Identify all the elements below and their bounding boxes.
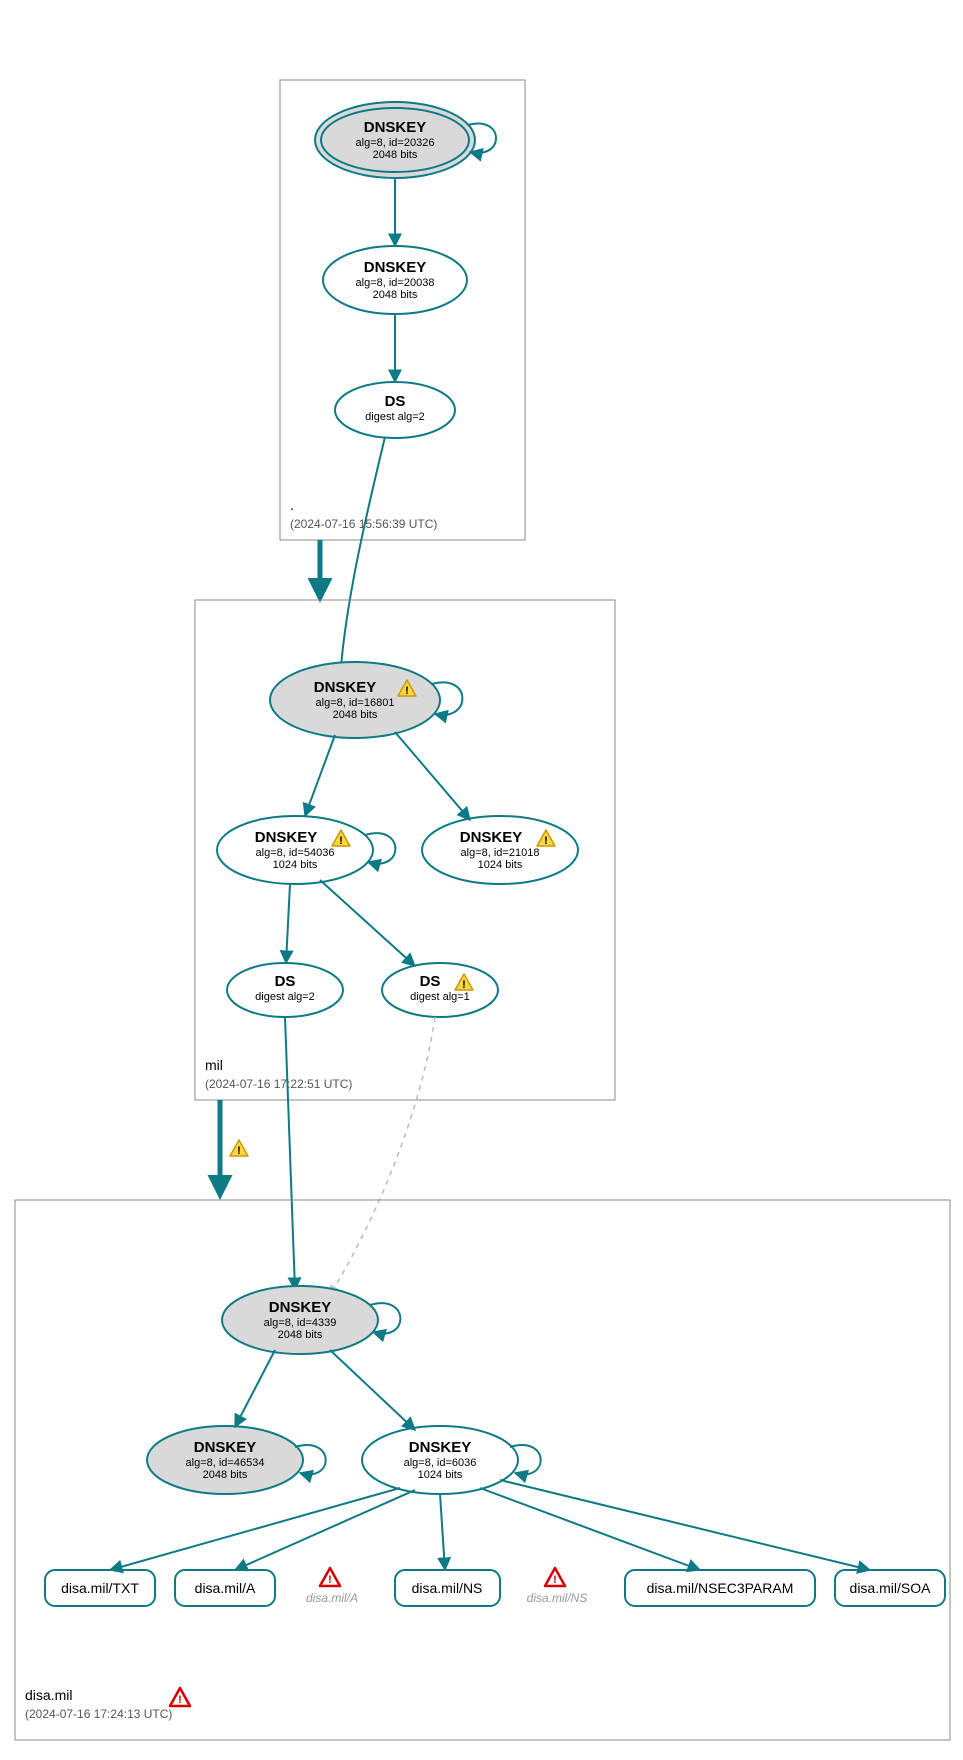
- edge-mil-zsk1-ds2: [320, 880, 415, 966]
- svg-text:DNSKEY: DNSKEY: [269, 1299, 332, 1316]
- rrset-txt: disa.mil/TXT: [45, 1570, 155, 1606]
- svg-text:disa.mil/A: disa.mil/A: [195, 1580, 256, 1596]
- svg-text:1024 bits: 1024 bits: [478, 859, 523, 871]
- svg-text:2048 bits: 2048 bits: [373, 289, 418, 301]
- svg-text:DNSKEY: DNSKEY: [364, 119, 427, 136]
- svg-text:digest alg=2: digest alg=2: [365, 411, 425, 423]
- edge-mil-ds1-disa-ksk: [285, 1017, 295, 1290]
- svg-text:alg=8, id=46534: alg=8, id=46534: [186, 1457, 265, 1469]
- svg-text:alg=8, id=4339: alg=8, id=4339: [264, 1317, 337, 1329]
- svg-text:DNSKEY: DNSKEY: [364, 259, 427, 276]
- node-disa-zsk: DNSKEY alg=8, id=6036 1024 bits: [362, 1426, 518, 1494]
- node-disa-key2: DNSKEY alg=8, id=46534 2048 bits: [147, 1426, 303, 1494]
- edge-zsk-soa: [500, 1480, 870, 1570]
- error-icon: !: [320, 1568, 340, 1586]
- svg-text:DNSKEY: DNSKEY: [314, 679, 377, 696]
- svg-text:!: !: [544, 835, 548, 847]
- svg-text:2048 bits: 2048 bits: [373, 149, 418, 161]
- node-mil-zsk1: DNSKEY alg=8, id=54036 1024 bits: [217, 816, 373, 884]
- edge-disa-ksk-key2: [235, 1350, 275, 1427]
- zone-label-mil: mil: [205, 1057, 223, 1073]
- warning-icon: !: [230, 1140, 248, 1157]
- svg-text:alg=8, id=6036: alg=8, id=6036: [404, 1457, 477, 1469]
- svg-text:disa.mil/SOA: disa.mil/SOA: [850, 1580, 932, 1596]
- svg-text:!: !: [553, 1574, 557, 1586]
- edge-mil-zsk1-ds1: [286, 884, 290, 963]
- zone-label-disa: disa.mil: [25, 1687, 72, 1703]
- svg-text:!: !: [328, 1574, 332, 1586]
- rrset-a-error: ! disa.mil/A: [306, 1568, 358, 1605]
- error-icon: !: [545, 1568, 565, 1586]
- svg-text:alg=8, id=20038: alg=8, id=20038: [356, 277, 435, 289]
- error-icon: !: [170, 1688, 190, 1706]
- svg-text:DS: DS: [420, 973, 441, 990]
- svg-text:DNSKEY: DNSKEY: [409, 1439, 472, 1456]
- edge-zsk-txt: [110, 1488, 400, 1570]
- rrset-a: disa.mil/A: [175, 1570, 275, 1606]
- node-root-ds: DS digest alg=2: [335, 382, 455, 438]
- edge-mil-ds2-disa-ksk: [330, 1017, 435, 1295]
- svg-text:1024 bits: 1024 bits: [273, 859, 318, 871]
- svg-text:!: !: [405, 685, 409, 697]
- svg-text:!: !: [462, 979, 466, 991]
- svg-text:alg=8, id=20326: alg=8, id=20326: [356, 137, 435, 149]
- edge-zsk-nsec3: [480, 1488, 700, 1570]
- svg-text:DNSKEY: DNSKEY: [255, 829, 318, 846]
- svg-text:DS: DS: [275, 973, 296, 990]
- node-mil-ksk: DNSKEY alg=8, id=16801 2048 bits: [270, 662, 440, 738]
- edge-root-ds-mil-ksk: [340, 437, 385, 680]
- zone-timestamp-disa: (2024-07-16 17:24:13 UTC): [25, 1707, 172, 1721]
- edge-disa-ksk-zsk: [330, 1350, 415, 1430]
- svg-text:2048 bits: 2048 bits: [278, 1329, 323, 1341]
- zone-timestamp-mil: (2024-07-16 17:22:51 UTC): [205, 1077, 352, 1091]
- svg-text:DNSKEY: DNSKEY: [194, 1439, 257, 1456]
- rrset-ns-error: ! disa.mil/NS: [527, 1568, 588, 1605]
- svg-text:disa.mil/NSEC3PARAM: disa.mil/NSEC3PARAM: [647, 1580, 794, 1596]
- node-mil-ds1: DS digest alg=2: [227, 963, 343, 1017]
- svg-text:disa.mil/NS: disa.mil/NS: [527, 1591, 588, 1605]
- svg-text:2048 bits: 2048 bits: [203, 1469, 248, 1481]
- svg-text:!: !: [178, 1694, 182, 1706]
- svg-text:digest alg=2: digest alg=2: [255, 991, 315, 1003]
- svg-text:DS: DS: [385, 393, 406, 410]
- node-mil-zsk2: DNSKEY alg=8, id=21018 1024 bits: [422, 816, 578, 884]
- rrset-soa: disa.mil/SOA: [835, 1570, 945, 1606]
- svg-text:alg=8, id=21018: alg=8, id=21018: [461, 847, 540, 859]
- node-disa-ksk: DNSKEY alg=8, id=4339 2048 bits: [222, 1286, 378, 1354]
- node-mil-ds2: DS digest alg=1: [382, 963, 498, 1017]
- svg-text:alg=8, id=54036: alg=8, id=54036: [256, 847, 335, 859]
- rrset-ns: disa.mil/NS: [395, 1570, 500, 1606]
- node-root-zsk: DNSKEY alg=8, id=20038 2048 bits: [323, 246, 467, 314]
- svg-text:!: !: [339, 835, 343, 847]
- dnssec-graph: . (2024-07-16 15:56:39 UTC) DNSKEY alg=8…: [0, 0, 963, 1760]
- zone-label-root: .: [290, 497, 294, 513]
- svg-text:alg=8, id=16801: alg=8, id=16801: [316, 697, 395, 709]
- edge-mil-ksk-zsk1: [305, 735, 335, 816]
- edge-mil-ksk-zsk2: [395, 732, 470, 820]
- svg-text:digest alg=1: digest alg=1: [410, 991, 470, 1003]
- edge-zsk-a: [235, 1490, 415, 1570]
- edge-zsk-ns: [440, 1494, 445, 1570]
- svg-text:disa.mil/TXT: disa.mil/TXT: [61, 1580, 139, 1596]
- svg-text:DNSKEY: DNSKEY: [460, 829, 523, 846]
- svg-text:2048 bits: 2048 bits: [333, 709, 378, 721]
- svg-text:!: !: [237, 1145, 241, 1157]
- svg-text:disa.mil/NS: disa.mil/NS: [412, 1580, 483, 1596]
- rrset-nsec3param: disa.mil/NSEC3PARAM: [625, 1570, 815, 1606]
- svg-text:disa.mil/A: disa.mil/A: [306, 1591, 358, 1605]
- svg-text:1024 bits: 1024 bits: [418, 1469, 463, 1481]
- node-root-ksk: DNSKEY alg=8, id=20326 2048 bits: [315, 102, 475, 178]
